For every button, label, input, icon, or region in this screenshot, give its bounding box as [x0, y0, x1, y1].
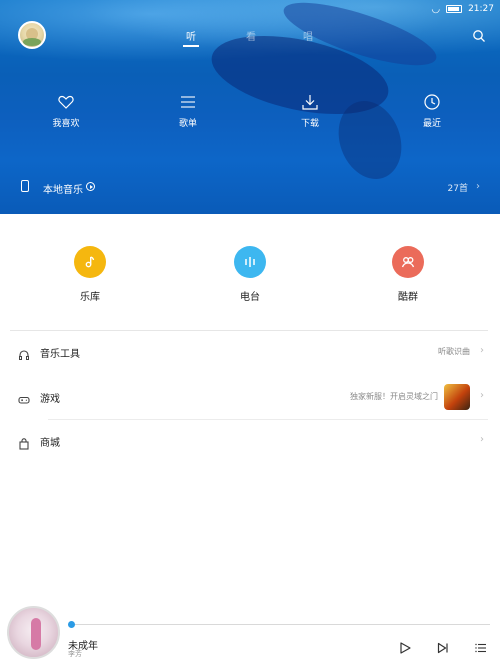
feature-radio-label: 电台	[240, 292, 260, 303]
gamepad-icon	[18, 391, 30, 404]
feature-radio[interactable]: 电台	[220, 246, 280, 303]
list-icon	[181, 96, 195, 108]
quick-recent[interactable]: 最近	[407, 93, 457, 129]
quick-favorites-label: 我喜欢	[52, 119, 80, 129]
header-banner: ◡ 21:27 听 看 唱 我喜欢 歌单 下载 最近 本地音乐 27首 ›	[0, 0, 500, 214]
chevron-right-icon: ›	[480, 345, 484, 356]
group-icon	[401, 257, 415, 268]
music-library-badge	[74, 246, 106, 278]
phone-icon	[21, 180, 29, 192]
game-promo-thumbnail[interactable]	[444, 384, 470, 410]
local-music-count: 27首	[447, 184, 468, 194]
next-track-button[interactable]	[436, 640, 450, 654]
skip-next-icon	[437, 642, 448, 654]
search-button[interactable]	[472, 28, 486, 42]
menu-games-hint: 独家新服！开启灵域之门	[350, 392, 438, 401]
wifi-icon: ◡	[431, 3, 441, 15]
menu-music-tools[interactable]: 音乐工具 听歌识曲 ›	[0, 339, 500, 367]
play-circle-icon[interactable]	[86, 182, 95, 191]
quick-downloads-label: 下载	[300, 119, 319, 129]
battery-icon	[446, 5, 463, 13]
chevron-right-icon: ›	[480, 390, 484, 401]
menu-store[interactable]: 商城 ›	[0, 428, 500, 456]
feature-group[interactable]: 酷群	[378, 246, 438, 303]
quick-actions: 我喜欢 歌单 下载 最近	[0, 93, 500, 133]
menu-store-label: 商城	[40, 438, 60, 449]
play-icon	[400, 642, 411, 654]
feature-group-label: 酷群	[398, 292, 418, 303]
tab-sing[interactable]: 唱	[303, 28, 313, 43]
active-tab-indicator	[183, 45, 199, 47]
tab-watch[interactable]: 看	[246, 28, 256, 43]
divider	[48, 419, 488, 420]
queue-list-icon	[475, 643, 486, 653]
quick-favorites[interactable]: 我喜欢	[41, 93, 91, 129]
quick-playlists[interactable]: 歌单	[163, 93, 213, 129]
feature-music-library-label: 乐库	[80, 292, 100, 303]
local-music-label: 本地音乐	[43, 185, 83, 196]
shopping-bag-icon	[18, 435, 30, 450]
local-music-row[interactable]: 本地音乐 27首 ›	[0, 174, 500, 198]
status-bar: ◡ 21:27	[431, 2, 494, 16]
divider	[10, 330, 488, 331]
album-art-disc[interactable]	[7, 606, 60, 659]
menu-music-tools-hint: 听歌识曲	[438, 347, 470, 356]
top-tab-bar: 听 看 唱	[0, 28, 500, 47]
playback-progress-handle[interactable]	[68, 621, 75, 628]
quick-recent-label: 最近	[422, 119, 441, 129]
download-icon	[302, 95, 318, 110]
search-icon	[473, 30, 485, 42]
menu-music-tools-label: 音乐工具	[40, 349, 80, 360]
music-note-icon	[85, 256, 95, 268]
menu-games[interactable]: 游戏 独家新服！开启灵域之门 ›	[0, 384, 500, 412]
radio-bars-icon	[245, 257, 255, 267]
album-art-figure	[31, 618, 41, 650]
radio-badge	[234, 246, 266, 278]
play-button[interactable]	[398, 640, 412, 654]
headphones-icon	[18, 346, 30, 360]
quick-downloads[interactable]: 下载	[285, 93, 335, 129]
now-playing-artist: 李芳	[68, 650, 82, 658]
playlist-queue-button[interactable]	[474, 640, 488, 654]
clock-icon	[424, 94, 440, 110]
heart-icon	[58, 95, 74, 109]
group-badge	[392, 246, 424, 278]
quick-playlists-label: 歌单	[178, 119, 197, 129]
status-time: 21:27	[468, 4, 494, 14]
chevron-right-icon: ›	[476, 181, 480, 192]
menu-games-label: 游戏	[40, 394, 60, 405]
chevron-right-icon: ›	[480, 434, 484, 445]
tab-listen[interactable]: 听	[186, 28, 196, 43]
feature-music-library[interactable]: 乐库	[60, 246, 120, 303]
playback-progress-track[interactable]	[68, 624, 490, 625]
